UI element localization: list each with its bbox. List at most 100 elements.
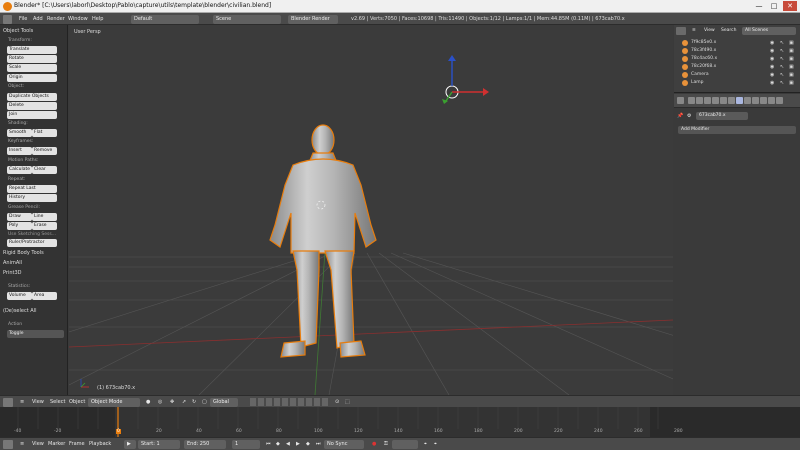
data-tab-icon[interactable] xyxy=(744,97,751,104)
outliner-item[interactable]: Lamp ◉ ↖ ▣ xyxy=(682,79,796,87)
prev-keyframe-icon[interactable]: ◆ xyxy=(276,439,280,449)
clear-paths-button[interactable]: Clear xyxy=(32,166,57,174)
next-keyframe-icon[interactable]: ◆ xyxy=(306,439,310,449)
screen-layout-field[interactable]: Default xyxy=(131,15,199,24)
play-reverse-icon[interactable]: ◀ xyxy=(286,439,290,449)
outliner-item[interactable]: 78c4ac60.x ◉ ↖ ▣ xyxy=(682,55,796,63)
outliner-search-menu[interactable]: Search xyxy=(721,26,736,36)
translate-manipulator-icon[interactable]: ➚ xyxy=(182,397,186,407)
menu-select[interactable]: Select xyxy=(50,397,65,407)
menu-playback[interactable]: Playback xyxy=(89,439,111,449)
menu-timeline-view[interactable]: View xyxy=(32,439,44,449)
world-tab-icon[interactable] xyxy=(712,97,719,104)
selectability-cursor-icon[interactable]: ↖ xyxy=(780,39,784,47)
join-button[interactable]: Join xyxy=(7,111,57,119)
selectability-cursor-icon[interactable]: ↖ xyxy=(780,79,784,87)
material-tab-icon[interactable] xyxy=(752,97,759,104)
editor-type-icon[interactable] xyxy=(3,15,12,24)
panel-rigid-body-tools[interactable]: Rigid Body Tools xyxy=(3,249,44,257)
visibility-eye-icon[interactable]: ◉ xyxy=(770,47,774,55)
ruler-protractor-button[interactable]: Ruler/Protractor xyxy=(7,239,57,247)
scale-button[interactable]: Scale xyxy=(7,64,57,72)
maximize-button[interactable]: □ xyxy=(767,1,781,11)
keying-set-field[interactable] xyxy=(392,440,418,449)
menu-file[interactable]: File xyxy=(19,14,27,24)
render-camera-icon[interactable]: ▣ xyxy=(789,71,794,79)
outliner-item[interactable]: 7f9c85e0.x ◉ ↖ ▣ xyxy=(682,39,796,47)
interaction-mode-select[interactable]: Object Mode xyxy=(88,398,140,407)
history-button[interactable]: History xyxy=(7,194,57,202)
visibility-eye-icon[interactable]: ◉ xyxy=(770,63,774,71)
object-name-field[interactable]: 673cab70.x xyxy=(696,112,748,120)
pivot-point-icon[interactable]: ◎ xyxy=(158,397,162,407)
rotate-button[interactable]: Rotate xyxy=(7,55,57,63)
poly-button[interactable]: Poly xyxy=(7,222,32,230)
render-camera-icon[interactable]: ▣ xyxy=(789,39,794,47)
action-select[interactable]: Toggle xyxy=(7,330,64,338)
visibility-eye-icon[interactable]: ◉ xyxy=(770,71,774,79)
modifiers-tab-icon[interactable] xyxy=(736,97,743,104)
panel-print3d[interactable]: Print3D xyxy=(3,269,22,277)
snap-element-icon[interactable]: ⬚ xyxy=(345,397,350,407)
panel-animall[interactable]: AnimAll xyxy=(3,259,22,267)
transform-orientation-select[interactable]: Global xyxy=(210,398,238,407)
selectability-cursor-icon[interactable]: ↖ xyxy=(780,71,784,79)
delete-button[interactable]: Delete xyxy=(7,102,57,110)
keying-set-icon[interactable]: ⚿ xyxy=(384,439,388,449)
texture-tab-icon[interactable] xyxy=(760,97,767,104)
render-camera-icon[interactable]: ▣ xyxy=(789,55,794,63)
flat-button[interactable]: Flat xyxy=(32,129,57,137)
render-tab-icon[interactable] xyxy=(688,97,695,104)
properties-editor-icon[interactable] xyxy=(677,97,684,104)
scene-field[interactable]: Scene xyxy=(213,15,281,24)
expand-icon[interactable]: ≡ xyxy=(20,397,24,407)
sync-mode-select[interactable]: No Sync xyxy=(324,440,364,449)
outliner-collapse-icon[interactable]: ≡ xyxy=(692,26,696,36)
use-sketching-sessions-checkbox[interactable]: Use Sketching Sess... xyxy=(8,231,56,238)
erase-button[interactable]: Erase xyxy=(32,222,57,230)
pin-icon[interactable]: 📌 xyxy=(677,111,683,121)
rotate-manipulator-icon[interactable]: ↻ xyxy=(192,397,196,407)
add-modifier-dropdown[interactable]: Add Modifier xyxy=(678,126,796,134)
draw-button[interactable]: Draw xyxy=(7,213,32,221)
editor-type-timeline-icon[interactable] xyxy=(3,440,13,449)
constraints-tab-icon[interactable] xyxy=(728,97,735,104)
preview-range-toggle[interactable]: ▶ xyxy=(124,440,136,449)
volume-button[interactable]: Volume xyxy=(7,292,32,300)
smooth-button[interactable]: Smooth xyxy=(7,129,32,137)
close-button[interactable]: ✕ xyxy=(783,1,797,11)
minimize-button[interactable]: — xyxy=(752,1,766,11)
render-engine-select[interactable]: Blender Render xyxy=(288,15,338,24)
delete-keyframe-icon[interactable]: ⌖ xyxy=(434,439,437,449)
origin-button[interactable]: Origin xyxy=(7,74,57,82)
particles-tab-icon[interactable] xyxy=(768,97,775,104)
jump-end-icon[interactable]: ⏭ xyxy=(316,439,321,449)
area-button[interactable]: Area xyxy=(32,292,57,300)
insert-keyframe-button[interactable]: Insert xyxy=(7,147,32,155)
scale-manipulator-icon[interactable]: ▢ xyxy=(202,397,207,407)
selectability-cursor-icon[interactable]: ↖ xyxy=(780,47,784,55)
expand-icon[interactable]: ≡ xyxy=(20,439,24,449)
visibility-eye-icon[interactable]: ◉ xyxy=(770,39,774,47)
menu-add[interactable]: Add xyxy=(33,14,43,24)
selectability-cursor-icon[interactable]: ↖ xyxy=(780,55,784,63)
outliner-editor-icon[interactable] xyxy=(676,27,686,35)
render-camera-icon[interactable]: ▣ xyxy=(789,79,794,87)
repeat-last-button[interactable]: Repeat Last xyxy=(7,185,57,193)
menu-window[interactable]: Window xyxy=(68,14,88,24)
duplicate-objects-button[interactable]: Duplicate Objects xyxy=(7,93,57,101)
calculate-paths-button[interactable]: Calculate xyxy=(7,166,32,174)
manipulator-toggle-icon[interactable]: ✥ xyxy=(170,397,174,407)
render-camera-icon[interactable]: ▣ xyxy=(789,63,794,71)
snap-toggle-icon[interactable]: ⊙ xyxy=(335,397,339,407)
remove-keyframe-button[interactable]: Remove xyxy=(32,147,57,155)
menu-view[interactable]: View xyxy=(32,397,44,407)
end-frame-field[interactable]: End: 250 xyxy=(184,440,226,449)
render-camera-icon[interactable]: ▣ xyxy=(789,47,794,55)
menu-frame[interactable]: Frame xyxy=(69,439,85,449)
record-icon[interactable]: ● xyxy=(372,439,376,449)
jump-start-icon[interactable]: ⏮ xyxy=(266,439,271,449)
insert-keyframe-icon[interactable]: ⌖ xyxy=(424,439,427,449)
play-icon[interactable]: ▶ xyxy=(296,439,300,449)
outliner-item[interactable]: Camera ◉ ↖ ▣ xyxy=(682,71,796,79)
